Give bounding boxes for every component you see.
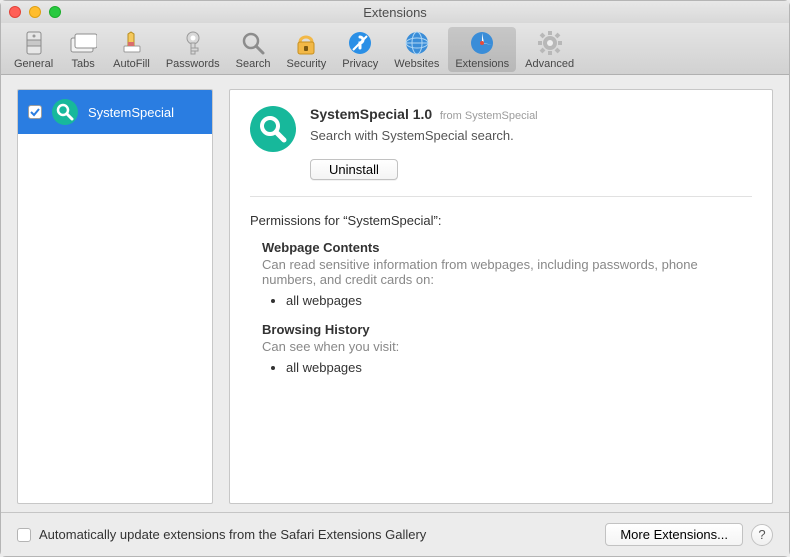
window-title: Extensions bbox=[1, 5, 789, 20]
permission-description: Can read sensitive information from webp… bbox=[262, 257, 752, 287]
extensions-sidebar: SystemSpecial bbox=[17, 89, 213, 504]
tool-label: Privacy bbox=[342, 58, 378, 70]
tool-label: AutoFill bbox=[113, 58, 150, 70]
extension-description: Search with SystemSpecial search. bbox=[310, 128, 752, 143]
privacy-icon bbox=[346, 29, 374, 57]
extension-title-row: SystemSpecial 1.0 from SystemSpecial bbox=[310, 106, 752, 122]
tool-security[interactable]: Security bbox=[279, 27, 333, 72]
permission-category: Webpage Contents bbox=[262, 240, 752, 255]
tool-advanced[interactable]: Advanced bbox=[518, 27, 581, 72]
security-icon bbox=[292, 29, 320, 57]
tool-label: Tabs bbox=[72, 58, 95, 70]
autofill-icon bbox=[117, 29, 145, 57]
tool-privacy[interactable]: Privacy bbox=[335, 27, 385, 72]
footer: Automatically update extensions from the… bbox=[1, 512, 789, 556]
permissions-heading: Permissions for “SystemSpecial”: bbox=[250, 213, 752, 228]
sidebar-extension-item[interactable]: SystemSpecial bbox=[18, 90, 212, 134]
extension-detail-panel: SystemSpecial 1.0 from SystemSpecial Sea… bbox=[229, 89, 773, 504]
content-area: SystemSpecial SystemSpecial 1.0 from Sys… bbox=[1, 75, 789, 512]
preferences-toolbar: General Tabs AutoFill Passwords Search S… bbox=[1, 23, 789, 75]
tabs-icon bbox=[69, 29, 97, 57]
tool-passwords[interactable]: Passwords bbox=[159, 27, 227, 72]
tool-label: Extensions bbox=[455, 58, 509, 70]
tool-search[interactable]: Search bbox=[229, 27, 278, 72]
general-icon bbox=[20, 29, 48, 57]
tool-autofill[interactable]: AutoFill bbox=[106, 27, 157, 72]
detail-header: SystemSpecial 1.0 from SystemSpecial Sea… bbox=[250, 106, 752, 180]
tool-label: Search bbox=[236, 58, 271, 70]
websites-icon bbox=[403, 29, 431, 57]
extension-name: SystemSpecial 1.0 bbox=[310, 106, 432, 122]
extension-list-name: SystemSpecial bbox=[88, 105, 174, 120]
tool-extensions[interactable]: Extensions bbox=[448, 27, 516, 72]
magnifier-icon bbox=[258, 114, 288, 144]
tool-label: Security bbox=[286, 58, 326, 70]
passwords-icon bbox=[179, 29, 207, 57]
magnifier-icon bbox=[56, 103, 74, 121]
tool-label: Websites bbox=[394, 58, 439, 70]
extensions-icon bbox=[468, 29, 496, 57]
extension-enabled-checkbox[interactable] bbox=[28, 105, 42, 119]
extension-list-icon bbox=[52, 99, 78, 125]
extension-detail-icon bbox=[250, 106, 296, 152]
titlebar: Extensions bbox=[1, 1, 789, 23]
advanced-icon bbox=[536, 29, 564, 57]
tool-label: Advanced bbox=[525, 58, 574, 70]
permission-list: all webpages bbox=[286, 360, 752, 375]
more-extensions-button[interactable]: More Extensions... bbox=[605, 523, 743, 546]
help-button[interactable]: ? bbox=[751, 524, 773, 546]
tool-tabs[interactable]: Tabs bbox=[62, 27, 104, 72]
auto-update-checkbox[interactable] bbox=[17, 528, 31, 542]
permission-item: all webpages bbox=[286, 360, 752, 375]
tool-websites[interactable]: Websites bbox=[387, 27, 446, 72]
auto-update-label: Automatically update extensions from the… bbox=[39, 527, 426, 542]
tool-label: Passwords bbox=[166, 58, 220, 70]
uninstall-button[interactable]: Uninstall bbox=[310, 159, 398, 180]
tool-general[interactable]: General bbox=[7, 27, 60, 72]
permission-description: Can see when you visit: bbox=[262, 339, 752, 354]
extension-from: from SystemSpecial bbox=[440, 110, 538, 122]
permission-category: Browsing History bbox=[262, 322, 752, 337]
check-icon bbox=[30, 107, 40, 117]
search-icon bbox=[239, 29, 267, 57]
divider bbox=[250, 196, 752, 197]
tool-label: General bbox=[14, 58, 53, 70]
permission-item: all webpages bbox=[286, 293, 752, 308]
permission-list: all webpages bbox=[286, 293, 752, 308]
